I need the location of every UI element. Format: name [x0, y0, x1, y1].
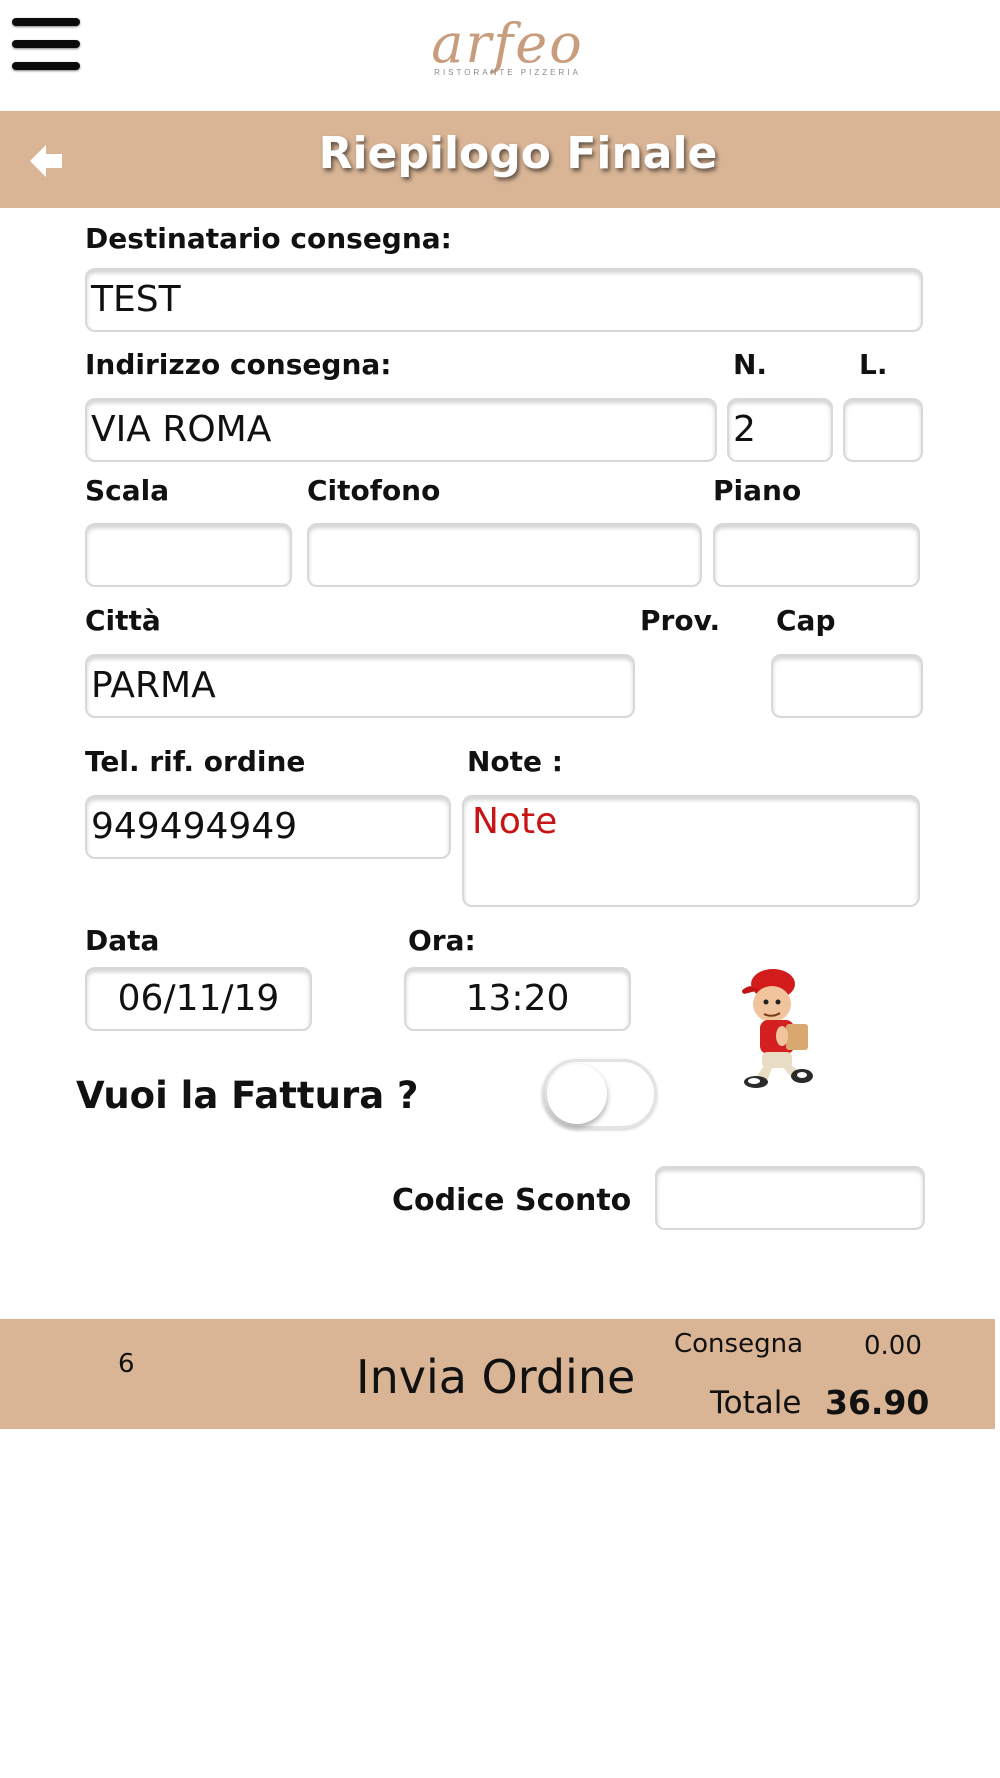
- intercom-field[interactable]: [307, 523, 702, 587]
- city-label: Città: [85, 604, 161, 637]
- time-label: Ora:: [408, 924, 476, 957]
- notes-textarea[interactable]: Note: [462, 795, 920, 907]
- stair-field[interactable]: [85, 523, 292, 587]
- recipient-field[interactable]: TEST: [85, 268, 923, 332]
- zip-field[interactable]: [771, 654, 923, 718]
- zip-label: Cap: [776, 604, 836, 637]
- number-field[interactable]: 2: [727, 398, 833, 462]
- total-label: Totale: [710, 1385, 802, 1421]
- cart-count: 6: [118, 1349, 135, 1379]
- logo-subtitle: RISTORANTE PIZZERIA: [434, 68, 581, 77]
- province-label: Prov.: [640, 604, 721, 637]
- notes-label: Note :: [467, 745, 563, 778]
- date-field[interactable]: 06/11/19: [85, 967, 312, 1031]
- city-field[interactable]: PARMA: [85, 654, 635, 718]
- page-title: Riepilogo Finale: [318, 128, 718, 179]
- invoice-toggle[interactable]: [542, 1059, 657, 1129]
- send-order-button[interactable]: Invia Ordine: [356, 1350, 635, 1404]
- phone-label: Tel. rif. ordine: [85, 745, 306, 778]
- total-value: 36.90: [825, 1383, 930, 1422]
- hamburger-menu-icon[interactable]: [12, 18, 80, 70]
- phone-field[interactable]: 949494949: [85, 795, 451, 859]
- logo: arfeo RISTORANTE PIZZERIA: [420, 12, 595, 92]
- address-field[interactable]: VIA ROMA: [85, 398, 717, 462]
- floor-field[interactable]: [713, 523, 920, 587]
- time-field[interactable]: 13:20: [404, 967, 631, 1031]
- letter-label: L.: [859, 348, 888, 381]
- invoice-label: Vuoi la Fattura ?: [76, 1074, 419, 1117]
- number-label: N.: [733, 348, 768, 381]
- stair-label: Scala: [85, 474, 170, 507]
- discount-field[interactable]: [655, 1166, 925, 1230]
- delivery-label: Consegna: [674, 1329, 803, 1359]
- address-label: Indirizzo consegna:: [85, 348, 392, 381]
- logo-word: arfeo: [431, 12, 584, 75]
- letter-field[interactable]: [843, 398, 923, 462]
- delivery-value: 0.00: [864, 1331, 922, 1361]
- discount-label: Codice Sconto: [392, 1183, 632, 1218]
- date-label: Data: [85, 924, 160, 957]
- floor-label: Piano: [713, 474, 802, 507]
- toggle-knob: [547, 1064, 607, 1124]
- intercom-label: Citofono: [307, 474, 441, 507]
- delivery-man-icon: [730, 960, 830, 1092]
- recipient-label: Destinatario consegna:: [85, 222, 452, 255]
